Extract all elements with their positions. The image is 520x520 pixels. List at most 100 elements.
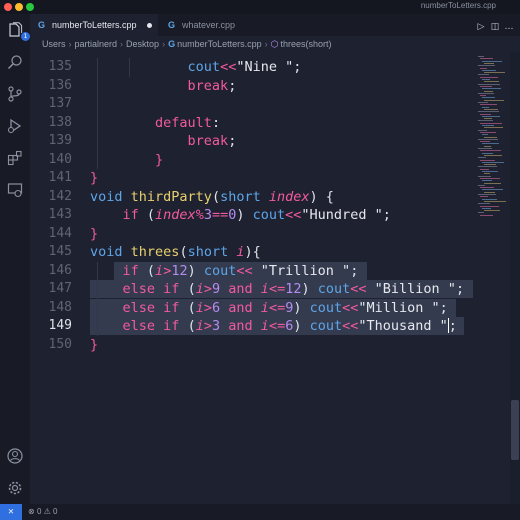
minimize-window-button[interactable] — [15, 3, 23, 11]
minimap-line — [480, 150, 501, 152]
minimap-line — [480, 95, 486, 97]
remote-indicator-icon[interactable]: ⨯ — [0, 504, 22, 520]
minimap-line — [478, 175, 491, 177]
code-line[interactable]: 144} — [30, 225, 476, 243]
minimap-line — [478, 111, 499, 113]
code-text: break; — [187, 133, 237, 149]
minimap-line — [484, 154, 502, 156]
code-editor[interactable]: 135 cout<<"Nine "; 136 break; 137 138 defau… — [30, 52, 476, 504]
search-icon[interactable] — [7, 54, 23, 70]
line-number: 143 — [48, 207, 72, 222]
unsaved-dot-icon[interactable] — [147, 23, 152, 28]
minimap-line — [482, 115, 500, 117]
minimap-line — [484, 191, 495, 193]
more-actions-icon[interactable]: … — [502, 16, 516, 38]
problems-indicator[interactable]: ⊗ 0 ⚠ 0 — [28, 504, 57, 520]
tab-label: numberToLetters.cpp — [52, 20, 137, 30]
explorer-badge: 1 — [21, 32, 30, 41]
gear-icon[interactable] — [7, 480, 23, 496]
line-number: 147 — [48, 281, 72, 296]
source-control-icon[interactable] — [7, 86, 23, 102]
code-text: cout<<"Nine "; — [187, 59, 302, 75]
tab-label: whatever.cpp — [182, 20, 236, 30]
minimap-line — [482, 171, 498, 172]
breadcrumb-item[interactable]: Desktop — [126, 39, 159, 49]
warning-count: 0 — [53, 507, 58, 516]
minimap-line — [484, 173, 490, 175]
minimap-line — [482, 143, 499, 145]
breadcrumb-item[interactable]: numberToLetters.cpp — [177, 39, 262, 49]
minimap-line — [478, 65, 495, 67]
code-line[interactable]: 142 void thirdParty(short index) { — [30, 188, 476, 206]
code-text: } — [155, 151, 164, 168]
remote-explorer-icon[interactable] — [7, 182, 23, 198]
code-text: else if (i>9 and i<=12) cout<< "Billion … — [122, 281, 465, 297]
minimap-line — [478, 203, 490, 205]
minimap-line — [480, 205, 499, 207]
explorer-icon[interactable]: 1 — [7, 22, 30, 41]
close-window-button[interactable] — [4, 3, 12, 11]
minimap-line — [482, 207, 491, 209]
minimap-line — [484, 210, 500, 212]
breadcrumb-item[interactable]: Users — [42, 39, 66, 49]
minimap-line — [478, 184, 485, 186]
error-icon: ⊗ — [28, 507, 35, 516]
vertical-scrollbar[interactable] — [510, 52, 520, 504]
minimap-line — [480, 85, 492, 87]
line-number: 135 — [48, 59, 72, 74]
minimap-line — [478, 212, 484, 214]
run-debug-icon[interactable] — [7, 118, 23, 134]
code-text: } — [90, 225, 99, 242]
breadcrumb-item[interactable]: threes(short) — [281, 39, 332, 49]
minimap-line — [478, 194, 496, 195]
indent-guide — [96, 58, 98, 169]
minimap-line — [480, 67, 487, 69]
minimap-line — [478, 74, 489, 76]
activity-bar: 1 — [0, 14, 30, 504]
split-editor-icon[interactable]: ◫ — [488, 16, 502, 38]
minimap-line — [480, 113, 491, 115]
code-text: void thirdParty(short index) { — [90, 188, 334, 205]
minimap-line — [480, 76, 498, 78]
minimap-line — [480, 187, 494, 189]
maximize-window-button[interactable] — [26, 3, 34, 11]
minimap-line — [484, 136, 497, 138]
minimap-line — [478, 148, 492, 149]
minimap-line — [480, 141, 490, 143]
code-line[interactable]: 141} — [30, 169, 476, 187]
minimap-line — [478, 120, 493, 122]
extensions-icon[interactable] — [7, 150, 23, 166]
tab-numbertoletters[interactable]: G numberToLetters.cpp — [30, 14, 158, 36]
minimap-line — [484, 145, 491, 147]
minimap-line — [480, 177, 500, 179]
function-symbol-icon: ⬡ — [270, 39, 279, 49]
code-line[interactable]: 143 if (index%3==0) cout<<"Hundred "; — [30, 206, 476, 224]
error-count: 0 — [36, 507, 42, 516]
minimap-line — [478, 129, 487, 131]
code-text: void threes(short i){ — [90, 244, 261, 260]
code-line[interactable]: 150} — [30, 336, 476, 354]
minimap-line — [480, 196, 488, 198]
account-icon[interactable] — [7, 448, 23, 464]
minimap-line — [482, 106, 489, 108]
minimap-line — [482, 161, 504, 163]
minimap-line — [480, 122, 502, 124]
minimap-line — [482, 88, 501, 90]
minimap[interactable] — [476, 52, 510, 504]
minimap-line — [484, 62, 494, 64]
scroll-thumb[interactable] — [511, 400, 519, 460]
minimap-line — [484, 99, 504, 101]
status-bar: ⨯ ⊗ 0 ⚠ 0 — [0, 504, 520, 520]
minimap-line — [484, 108, 498, 110]
minimap-line — [480, 159, 495, 161]
line-number: 144 — [48, 225, 72, 241]
run-icon[interactable]: ▷ — [474, 16, 488, 38]
minimap-line — [482, 198, 497, 200]
line-number: 140 — [48, 151, 72, 167]
editor-actions: ▷ ◫… — [474, 14, 516, 36]
breadcrumb-item[interactable]: partialnerd — [75, 39, 118, 49]
code-line[interactable]: 145 void threes(short i){ — [30, 243, 476, 261]
line-number: 142 — [48, 188, 72, 204]
tab-whatever[interactable]: G whatever.cpp — [160, 14, 270, 36]
code-text: if (i>12) cout<< "Trillion "; — [122, 262, 359, 279]
